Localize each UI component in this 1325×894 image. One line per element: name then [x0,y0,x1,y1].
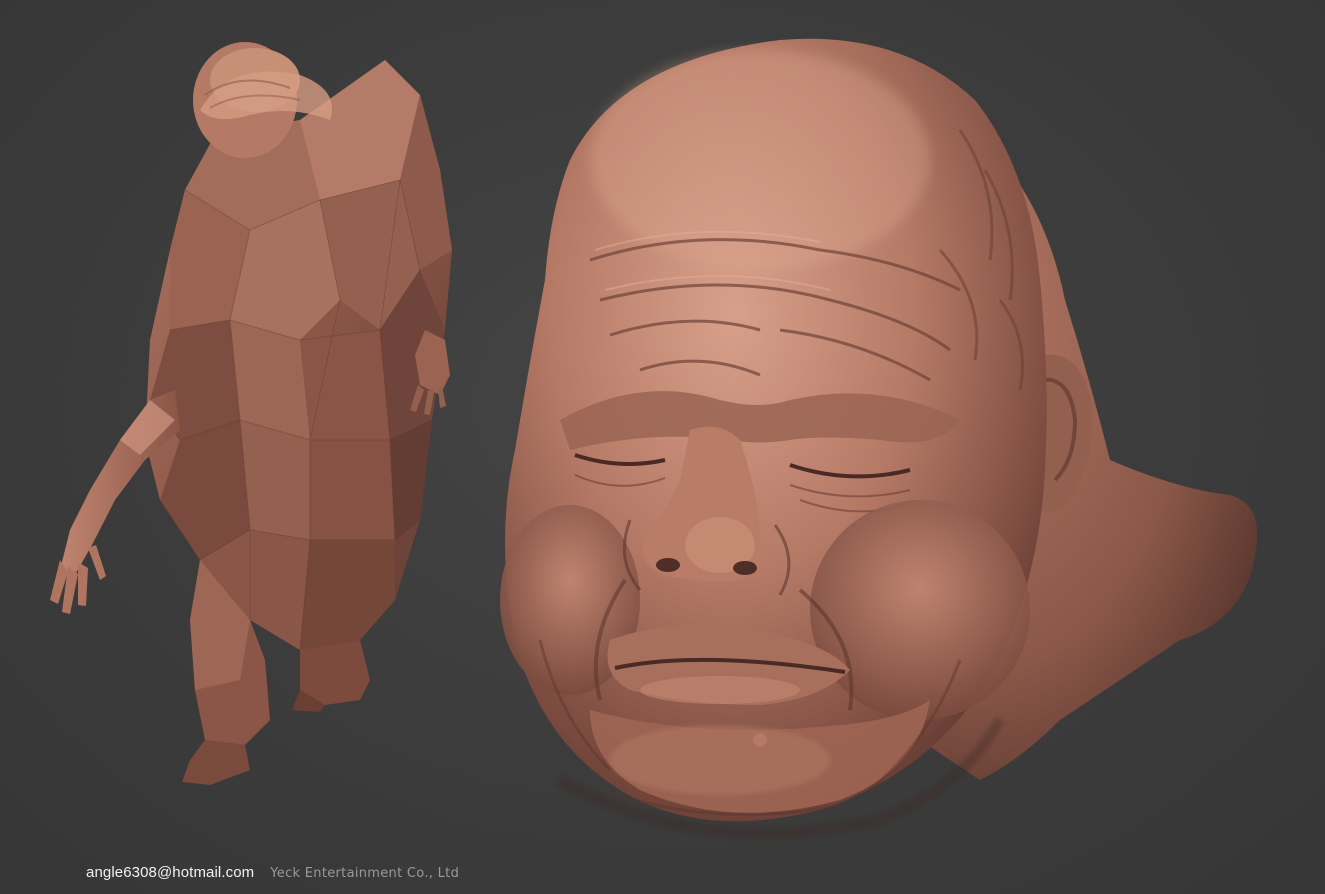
low-poly-body [50,42,452,785]
body-leg-right [300,640,370,705]
sculpted-head [500,38,1258,839]
sculpt-render [50,38,1258,839]
company-name: Yeck Entertainment Co., Ltd [270,866,460,881]
credits-line: angle6308@hotmail.com Yeck Entertainment … [86,864,459,882]
render-canvas: angle6308@hotmail.com Yeck Entertainment … [0,0,1325,894]
head-cheek-right [810,500,1030,720]
author-email: angle6308@hotmail.com [86,864,255,881]
